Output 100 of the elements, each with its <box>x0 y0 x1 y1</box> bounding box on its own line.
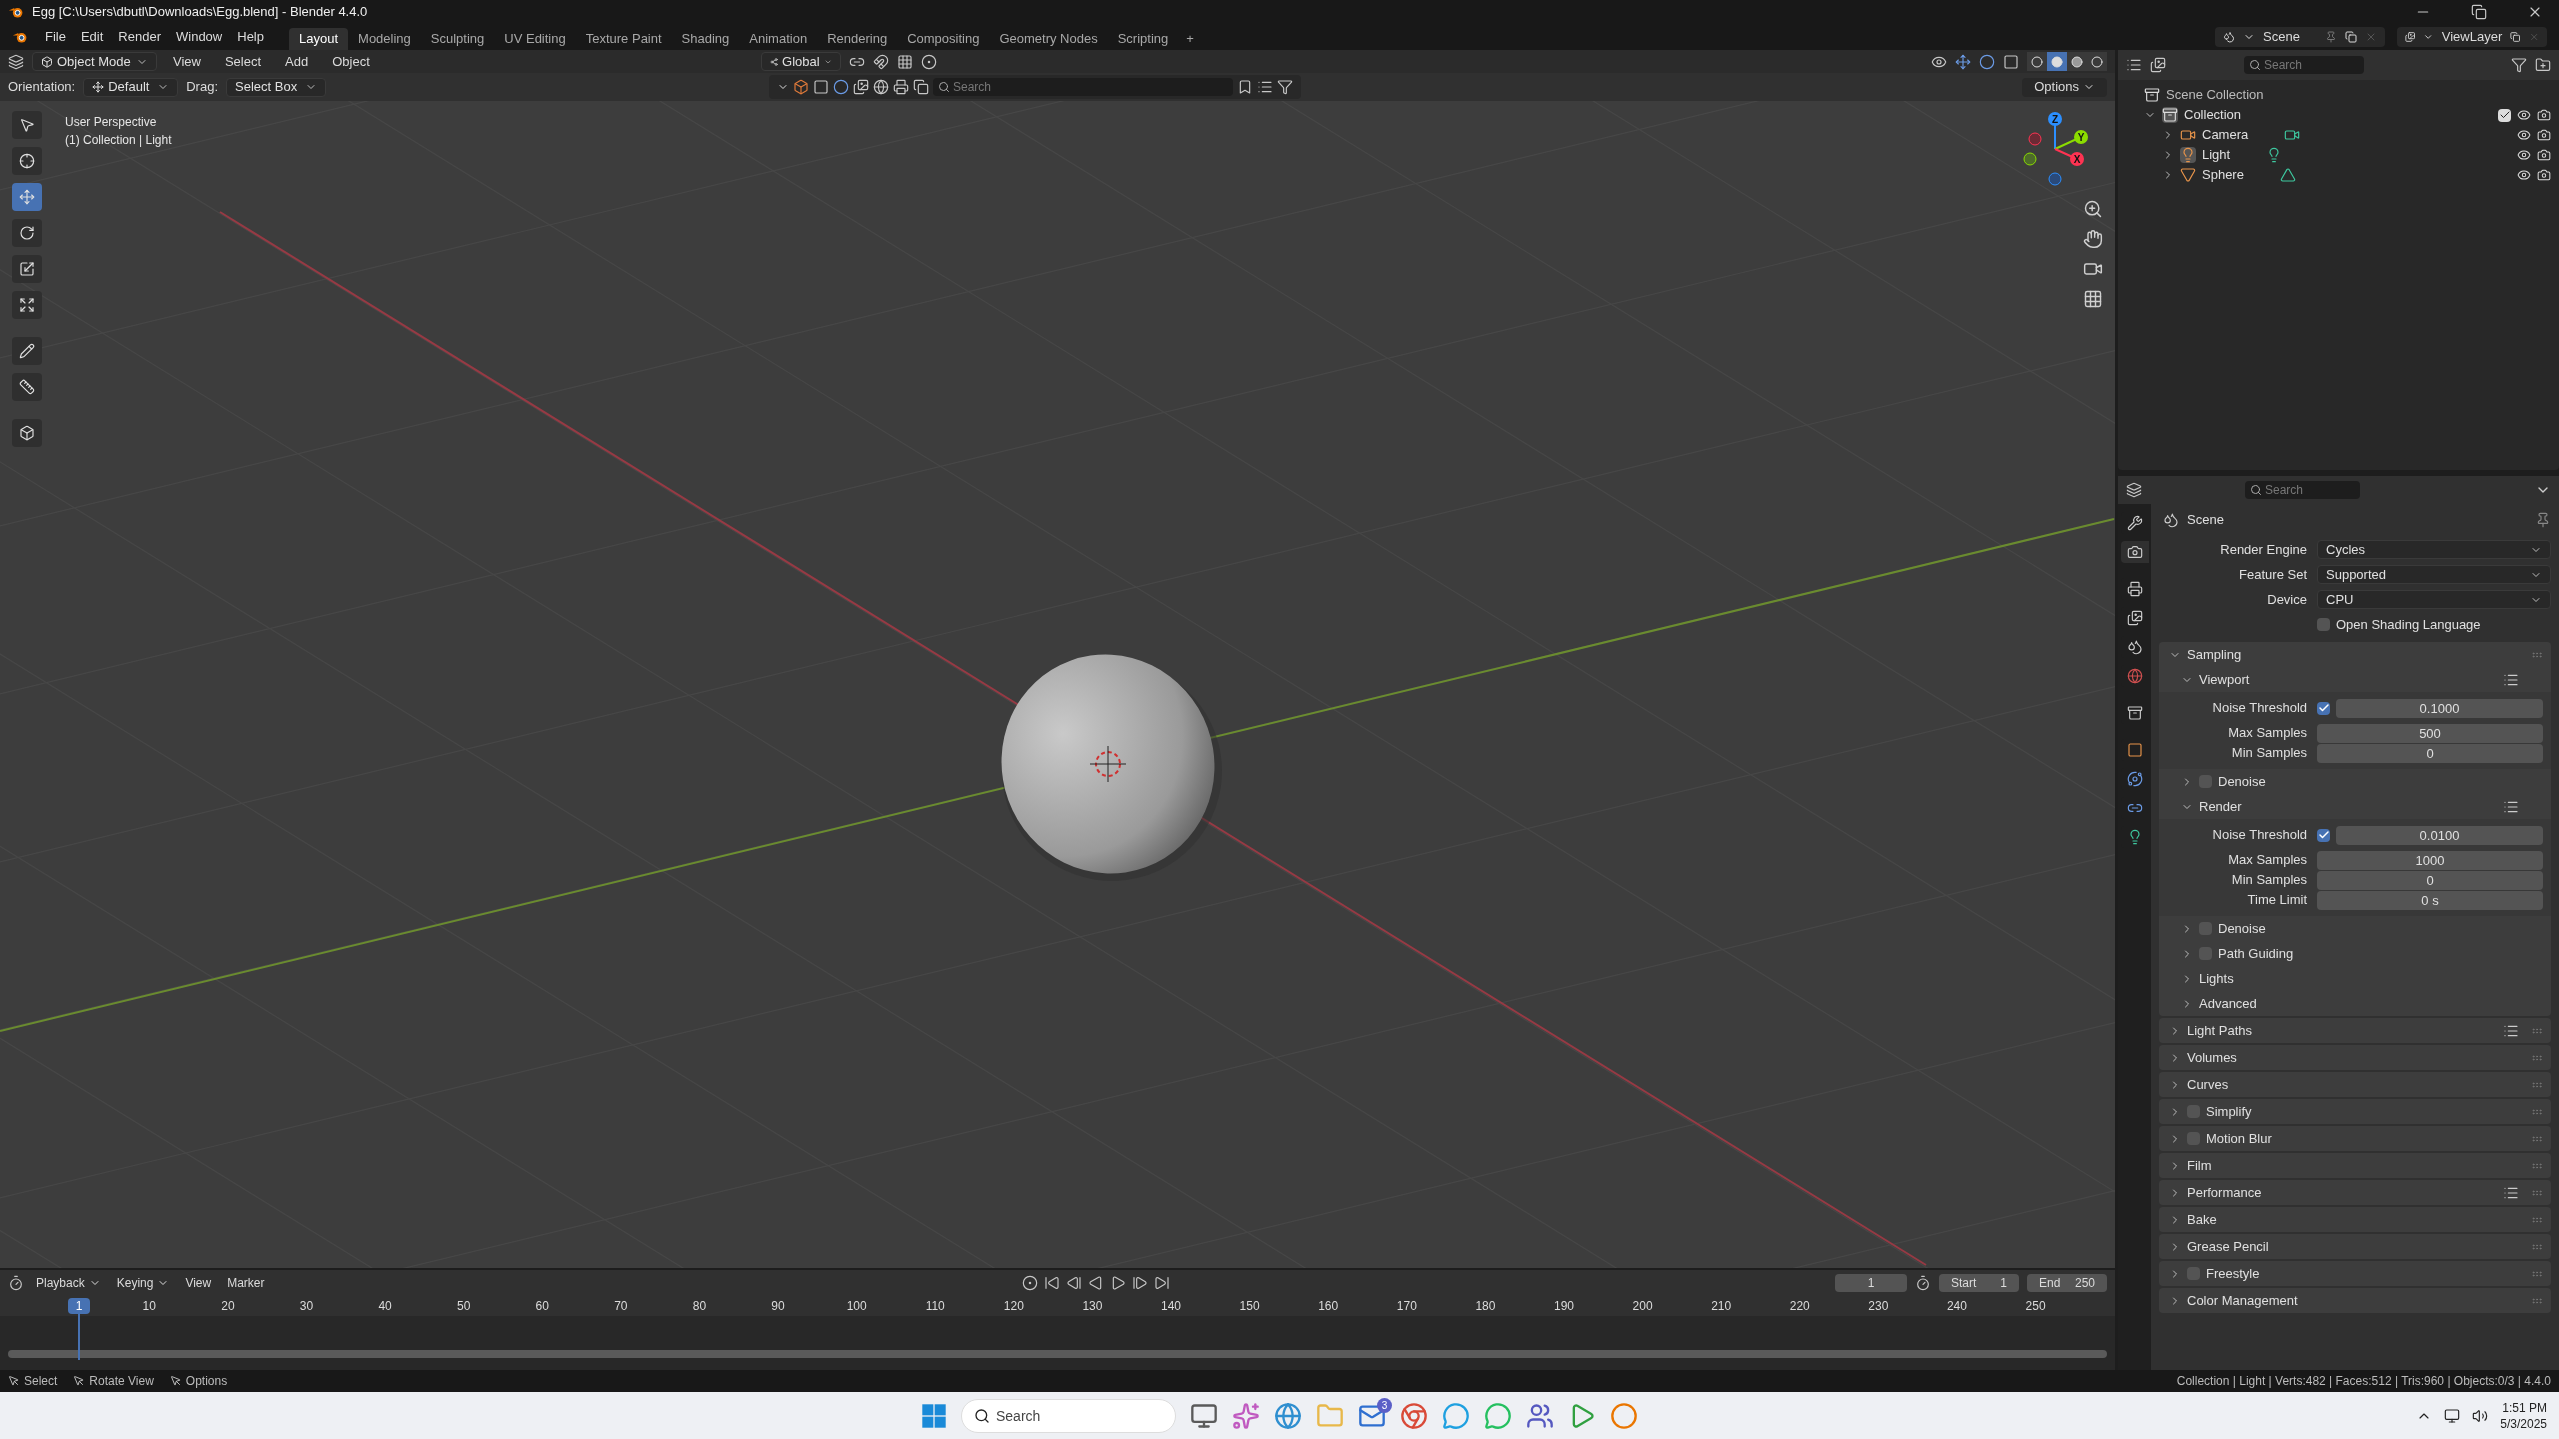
cube-icon[interactable] <box>793 79 809 95</box>
panel-header[interactable]: Sampling <box>2159 642 2551 667</box>
workspace-tab[interactable]: UV Editing <box>494 28 576 50</box>
camera-icon[interactable] <box>2537 128 2551 142</box>
camera-icon[interactable] <box>2537 168 2551 182</box>
menu-item[interactable]: Render <box>112 27 167 47</box>
outliner-row[interactable]: Sphere <box>2118 165 2559 185</box>
camera-icon[interactable] <box>2537 148 2551 162</box>
shading-button[interactable] <box>2047 52 2067 71</box>
window-icon[interactable] <box>1190 1401 1218 1430</box>
panel-header[interactable]: Performance <box>2159 1180 2551 1205</box>
grid-icon[interactable] <box>896 53 913 70</box>
eye-icon[interactable] <box>2517 128 2531 142</box>
play-reverse-icon[interactable] <box>1087 1275 1104 1291</box>
panel-header[interactable]: Color Management <box>2159 1288 2551 1313</box>
pin-icon[interactable] <box>2535 512 2551 528</box>
app-icon[interactable] <box>1610 1401 1638 1430</box>
editor-type-icon[interactable] <box>2126 57 2142 73</box>
list-icon[interactable] <box>1257 79 1273 95</box>
menu-item[interactable]: Keying <box>112 1274 174 1292</box>
workspace-tab[interactable]: Compositing <box>897 28 990 50</box>
display-mode-icon[interactable] <box>2150 57 2166 73</box>
menu-item[interactable]: Window <box>170 27 229 47</box>
subpanel-header[interactable]: Path Guiding <box>2159 941 2551 966</box>
copy-icon[interactable] <box>2510 31 2521 43</box>
editor-type-icon[interactable] <box>2126 482 2142 498</box>
panel-header[interactable]: Motion Blur <box>2159 1126 2551 1151</box>
transform-orientation-dropdown[interactable]: Global <box>760 52 841 71</box>
jump-start-icon[interactable] <box>1043 1275 1060 1291</box>
mesh-data-icon[interactable] <box>2279 167 2296 183</box>
tool-button[interactable] <box>12 111 42 139</box>
menu-item[interactable]: Marker <box>223 1274 269 1292</box>
subpanel-header[interactable]: Denoise <box>2159 916 2551 941</box>
mode-dropdown[interactable]: Object Mode <box>32 52 157 71</box>
chat-icon[interactable] <box>1442 1401 1470 1430</box>
outliner-row[interactable]: Light <box>2118 145 2559 165</box>
number-field[interactable]: 0 <box>2317 743 2543 763</box>
editor-type-icon[interactable] <box>8 1275 24 1291</box>
search-field[interactable]: Search <box>2245 481 2360 499</box>
panel-header[interactable]: Freestyle <box>2159 1261 2551 1286</box>
eye-icon[interactable] <box>2517 168 2531 182</box>
workspace-tab[interactable]: Shading <box>671 28 740 50</box>
property-dropdown[interactable]: Supported <box>2317 565 2551 584</box>
subpanel-header[interactable]: Advanced <box>2159 991 2551 1016</box>
timeline-scrollbar[interactable] <box>8 1350 2107 1358</box>
zoom-icon[interactable] <box>2083 199 2103 219</box>
menu-item[interactable]: Help <box>231 27 270 47</box>
navigation-gizmo[interactable]: Z Y X <box>2015 109 2095 189</box>
checkbox[interactable] <box>2317 828 2330 842</box>
camera-icon[interactable] <box>2537 108 2551 122</box>
workspace-tab[interactable]: Scripting <box>1107 28 1179 50</box>
end-frame-field[interactable]: End 250 <box>2027 1274 2107 1292</box>
property-dropdown[interactable]: CPU <box>2317 590 2551 609</box>
stopwatch-icon[interactable] <box>1915 1275 1931 1291</box>
options-button[interactable]: Options <box>2022 77 2107 97</box>
number-field[interactable]: 0.0100 <box>2336 825 2543 845</box>
menu-item[interactable]: Object <box>324 51 378 72</box>
copy-icon[interactable] <box>2345 31 2357 43</box>
menu-item[interactable]: Playback <box>32 1274 105 1292</box>
grid-icon[interactable] <box>2083 289 2103 309</box>
subpanel-header[interactable]: Denoise <box>2159 769 2551 794</box>
network-icon[interactable] <box>2444 1407 2461 1424</box>
menu-item[interactable]: File <box>39 27 72 47</box>
eye-icon[interactable] <box>2517 108 2531 122</box>
view-layer-selector[interactable]: ViewLayer <box>2397 27 2547 47</box>
number-field[interactable]: 0 s <box>2317 890 2543 910</box>
3d-cursor-icon[interactable] <box>1089 745 1127 783</box>
start-icon[interactable] <box>921 1402 947 1429</box>
panel-header[interactable]: Film <box>2159 1153 2551 1178</box>
number-field[interactable]: 500 <box>2317 723 2543 743</box>
record-icon[interactable] <box>1021 1275 1038 1291</box>
hand-icon[interactable] <box>2083 229 2103 249</box>
checkbox[interactable] <box>2317 618 2330 631</box>
sphere-object[interactable] <box>1001 654 1222 881</box>
add-workspace-button[interactable]: + <box>1178 28 1202 50</box>
sparkle-icon[interactable] <box>1232 1401 1260 1430</box>
pin-icon[interactable] <box>2325 31 2337 43</box>
start-frame-field[interactable]: Start 1 <box>1939 1274 2019 1292</box>
panel-header[interactable]: Volumes <box>2159 1045 2551 1070</box>
speaker-icon[interactable] <box>2472 1407 2489 1424</box>
magnet-icon[interactable] <box>872 53 889 70</box>
shading-button[interactable] <box>2027 52 2047 71</box>
shading-button[interactable] <box>2067 52 2087 71</box>
search-field[interactable]: Search <box>961 1398 1176 1433</box>
new-collection-icon[interactable] <box>2535 57 2551 73</box>
subpanel-header[interactable]: Viewport <box>2159 667 2551 692</box>
search-field[interactable]: Search <box>933 78 1233 96</box>
panel-header[interactable]: Grease Pencil <box>2159 1234 2551 1259</box>
panel-header[interactable]: Curves <box>2159 1072 2551 1097</box>
properties-tab[interactable] <box>2120 541 2149 563</box>
people-icon[interactable] <box>1526 1401 1554 1430</box>
workspace-tab[interactable]: Sculpting <box>420 28 495 50</box>
workspace-tab[interactable]: Modeling <box>348 28 421 50</box>
menu-item[interactable]: Edit <box>74 27 110 47</box>
workspace-tab[interactable]: Geometry Nodes <box>989 28 1108 50</box>
bookmark-icon[interactable] <box>1237 79 1253 95</box>
next-keyframe-icon[interactable] <box>1131 1275 1148 1291</box>
jump-end-icon[interactable] <box>1153 1275 1170 1291</box>
menu-item[interactable]: View <box>181 1274 216 1292</box>
checkbox[interactable] <box>2498 108 2511 122</box>
